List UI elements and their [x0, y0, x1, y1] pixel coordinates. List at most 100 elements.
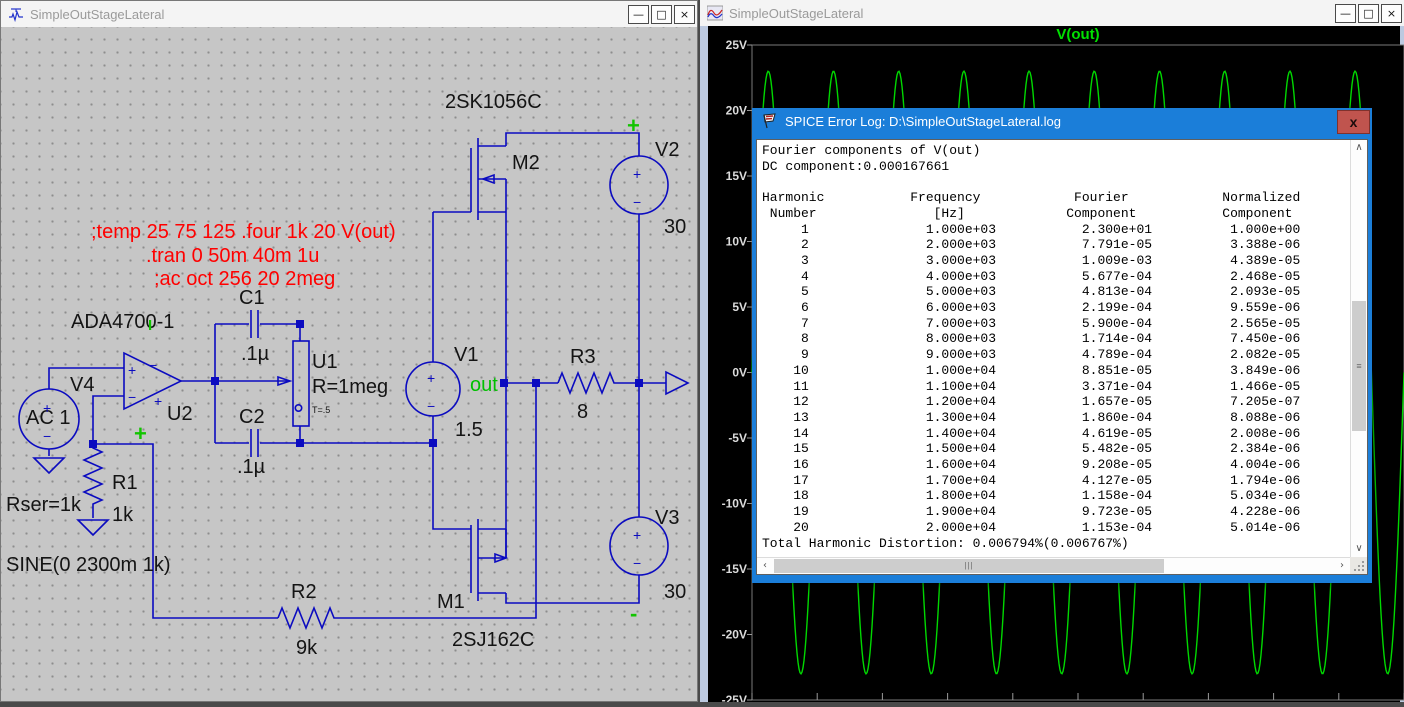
label-ref-m2[interactable]: M2 — [512, 152, 540, 174]
ltspice-schematic-icon — [9, 8, 23, 22]
label-ref-v1[interactable]: V1 — [454, 344, 478, 366]
horizontal-scroll-thumb[interactable]: ||| — [774, 559, 1164, 573]
resistor-r3-symbol[interactable] — [557, 370, 618, 396]
log-horizontal-scrollbar[interactable]: ‹ ||| › — [757, 557, 1350, 574]
label-ref-c1[interactable]: C1 — [239, 287, 265, 309]
y-axis-tick-label: -20V — [722, 628, 747, 642]
label-val-v4-rser[interactable]: Rser=1k — [6, 494, 82, 516]
trace-legend-vout[interactable]: V(out) — [1056, 26, 1099, 43]
spice-error-log-window: SPICE Error Log: D:\SimpleOutStageLatera… — [752, 108, 1372, 583]
close-button[interactable]: × — [1381, 3, 1402, 23]
ground-symbol-r1 — [76, 519, 110, 537]
label-val-v3[interactable]: 30 — [664, 581, 686, 603]
waveform-window-title: SimpleOutStageLateral — [729, 5, 864, 21]
schematic-canvas[interactable]: 2SK1056C M2 V2 30 ;temp 25 75 125 .four 1k 2… — [1, 27, 697, 701]
label-v2-plus[interactable]: + — [633, 166, 641, 182]
y-axis-tick-label: 0V — [732, 366, 747, 380]
label-part-ada4700-1[interactable]: ADA4700-1 — [71, 311, 174, 333]
label-v3-plus[interactable]: + — [633, 527, 641, 543]
minimize-button[interactable]: — — [628, 4, 649, 24]
label-marker-v3-minus[interactable]: - — [630, 601, 637, 626]
label-ref-r2[interactable]: R2 — [291, 581, 317, 603]
minimize-button[interactable]: — — [1335, 3, 1356, 23]
label-v3-minus[interactable]: − — [633, 555, 641, 571]
log-content: Fourier components of V(out) DC componen… — [756, 139, 1368, 575]
scroll-left-icon[interactable]: ‹ — [757, 558, 773, 574]
scroll-down-icon[interactable]: ∨ — [1351, 541, 1367, 557]
label-ref-u2[interactable]: U2 — [167, 403, 193, 425]
label-v2-minus[interactable]: − — [633, 194, 641, 210]
label-marker-opamp-plus[interactable]: + — [134, 421, 147, 446]
log-vertical-scrollbar[interactable]: ∧ ≡ ∨ — [1350, 140, 1367, 557]
mosfet-m2-symbol[interactable] — [433, 138, 507, 220]
waveform-titlebar[interactable]: SimpleOutStageLateral — □ × — [700, 0, 1404, 27]
schematic-window-title: SimpleOutStageLateral — [30, 6, 165, 22]
label-directive-tran[interactable]: .tran 0 50m 40m 1u — [146, 245, 319, 267]
y-axis-tick-label: 10V — [726, 235, 747, 249]
y-axis-tick-label: -10V — [722, 497, 747, 511]
label-val-c2[interactable]: .1µ — [237, 456, 266, 478]
output-port-arrow — [665, 370, 690, 396]
label-ref-v4[interactable]: V4 — [70, 374, 94, 396]
resize-grip[interactable] — [1350, 557, 1367, 574]
y-axis-tick-label: -15V — [722, 562, 747, 576]
label-ref-v2[interactable]: V2 — [655, 139, 679, 161]
label-marker-opamp-current[interactable]: I — [148, 317, 152, 334]
schematic-titlebar[interactable]: SimpleOutStageLateral — □ × — [1, 1, 697, 28]
label-val-u1[interactable]: R=1meg — [312, 376, 388, 398]
label-val-r1[interactable]: 1k — [112, 504, 134, 526]
label-val-v2[interactable]: 30 — [664, 216, 686, 238]
label-ref-m1[interactable]: M1 — [437, 591, 465, 613]
label-val-u1-tap[interactable]: T=.5 — [312, 405, 330, 415]
capacitor-c1-symbol[interactable] — [250, 310, 259, 338]
label-opamp-vtop-minus[interactable]: − — [149, 357, 157, 373]
log-titlebar[interactable]: SPICE Error Log: D:\SimpleOutStageLatera… — [752, 108, 1372, 135]
y-axis-tick-label: 20V — [726, 104, 747, 118]
capacitor-c2-symbol[interactable] — [250, 429, 259, 457]
label-v1-plus[interactable]: + — [427, 370, 435, 386]
close-button[interactable]: × — [674, 4, 695, 24]
label-val-v4-sine[interactable]: SINE(0 2300m 1k) — [6, 554, 171, 576]
maximize-button[interactable]: □ — [651, 4, 672, 24]
label-opamp-in-plus[interactable]: + — [128, 362, 136, 378]
label-directive-temp-four[interactable]: ;temp 25 75 125 .four 1k 20 V(out) — [91, 221, 396, 243]
label-ref-u1[interactable]: U1 — [312, 351, 338, 373]
label-v1-minus[interactable]: − — [427, 398, 435, 414]
spice-log-flag-icon — [763, 113, 776, 129]
resistor-r2-symbol[interactable] — [277, 605, 338, 631]
label-opamp-vbot-plus[interactable]: + — [154, 393, 162, 409]
scroll-right-icon[interactable]: › — [1334, 558, 1350, 574]
y-axis-tick-label: -25V — [722, 693, 747, 702]
vertical-scroll-thumb[interactable]: ≡ — [1352, 301, 1366, 431]
maximize-button[interactable]: □ — [1358, 3, 1379, 23]
ltspice-waveform-icon — [707, 5, 723, 21]
label-val-r2[interactable]: 9k — [296, 637, 318, 659]
log-window-title: SPICE Error Log: D:\SimpleOutStageLatera… — [785, 114, 1062, 129]
label-val-v1[interactable]: 1.5 — [455, 419, 483, 441]
ground-symbol-v4 — [32, 457, 66, 475]
label-part-2sj162c[interactable]: 2SJ162C — [452, 629, 534, 651]
label-v4-minus[interactable]: − — [43, 428, 51, 444]
label-ref-r1[interactable]: R1 — [112, 472, 138, 494]
label-ref-v3[interactable]: V3 — [655, 507, 679, 529]
label-opamp-in-minus[interactable]: − — [128, 389, 136, 405]
label-marker-v2-plus[interactable]: + — [627, 113, 640, 138]
log-close-button[interactable]: x — [1337, 110, 1370, 134]
resistor-r1-symbol[interactable] — [82, 444, 104, 518]
label-val-r3[interactable]: 8 — [577, 401, 588, 423]
potentiometer-u1-symbol[interactable] — [292, 340, 310, 427]
mosfet-m1-symbol[interactable] — [470, 519, 509, 601]
label-val-c1[interactable]: .1µ — [241, 343, 270, 365]
label-net-out[interactable]: out — [470, 374, 498, 396]
label-part-2sk1056c[interactable]: 2SK1056C — [445, 91, 542, 113]
label-ref-c2[interactable]: C2 — [239, 406, 265, 428]
y-axis-tick-label: -5V — [728, 431, 747, 445]
y-axis-tick-label: 25V — [726, 38, 747, 52]
y-axis-tick-label: 15V — [726, 169, 747, 183]
schematic-window: SimpleOutStageLateral — □ × 2SK1056C M2 … — [0, 0, 698, 702]
label-v4-plus[interactable]: + — [43, 400, 51, 416]
label-ref-r3[interactable]: R3 — [570, 346, 596, 368]
log-text[interactable]: Fourier components of V(out) DC componen… — [757, 140, 1350, 557]
y-axis-tick-label: 5V — [732, 300, 747, 314]
scroll-up-icon[interactable]: ∧ — [1351, 140, 1367, 156]
